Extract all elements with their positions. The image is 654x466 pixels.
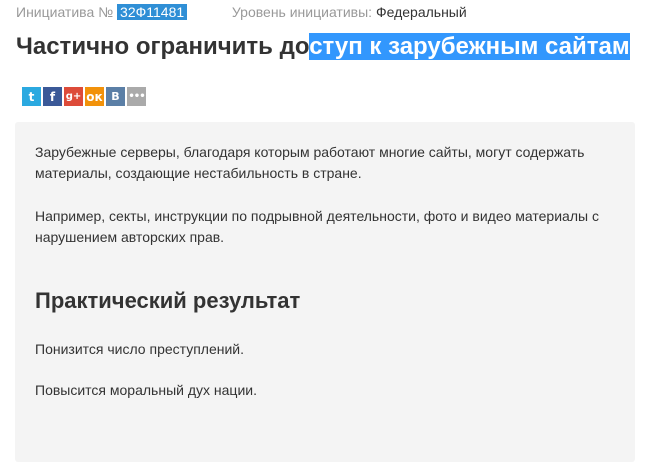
title-text: Частично ограничить до — [16, 33, 310, 60]
description-paragraph: Зарубежные серверы, благодаря которым ра… — [35, 144, 585, 181]
facebook-share-button[interactable]: f — [43, 87, 62, 106]
vkontakte-share-button[interactable]: В — [106, 87, 125, 106]
initiative-number: 32Ф11481 — [117, 4, 188, 20]
description-paragraph: Например, секты, инструкции по подрывной… — [35, 208, 599, 245]
level-label: Уровень инициативы: — [231, 4, 373, 20]
title-selected-text: ступ к зарубежным сайтам — [309, 33, 630, 60]
odnoklassniki-icon: ок — [86, 89, 103, 104]
result-heading: Практический результат — [35, 288, 301, 313]
result-item: Повысится моральный дух нации. — [35, 382, 257, 398]
odnoklassniki-share-button[interactable]: ок — [85, 87, 104, 106]
twitter-share-button[interactable]: t — [22, 87, 41, 106]
initiative-description-card: Зарубежные серверы, благодаря которым ра… — [15, 122, 635, 462]
result-item: Понизится число преступлений. — [35, 341, 245, 357]
googleplus-icon: g+ — [65, 90, 82, 102]
twitter-icon: t — [28, 89, 35, 104]
level-value: Федеральный — [375, 4, 467, 20]
initiative-meta: Инициатива № 32Ф11481 Уровень инициативы… — [16, 3, 467, 21]
more-share-button[interactable]: ••• — [127, 87, 146, 106]
facebook-icon: f — [49, 89, 56, 104]
initiative-label: Инициатива № — [16, 4, 114, 20]
googleplus-share-button[interactable]: g+ — [64, 87, 83, 106]
share-buttons: t f g+ ок В ••• — [22, 87, 148, 106]
more-icon: ••• — [128, 90, 145, 102]
page-title: Частично ограничить доступ к зарубежным … — [16, 30, 630, 63]
vkontakte-icon: В — [111, 90, 120, 103]
